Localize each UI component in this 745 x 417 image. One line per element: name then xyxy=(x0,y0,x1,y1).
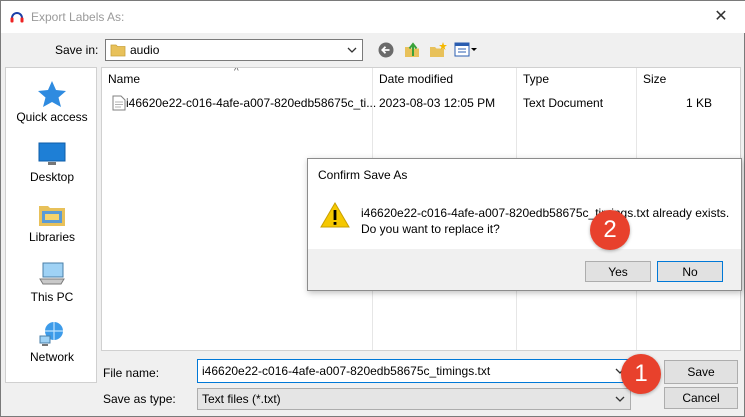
place-label: Desktop xyxy=(29,170,75,184)
save-in-value: audio xyxy=(130,43,160,57)
places-bar: Quick access Desktop Libraries This PC N… xyxy=(5,67,97,383)
place-quick-access[interactable]: Quick access xyxy=(6,80,98,124)
audacity-app-icon xyxy=(10,12,24,23)
close-icon[interactable]: ✕ xyxy=(706,5,736,29)
title-bar: Export Labels As: ✕ xyxy=(1,1,745,33)
place-libraries[interactable]: Libraries xyxy=(6,200,98,244)
warning-icon xyxy=(320,202,350,228)
step-badge-1: 1 xyxy=(621,354,661,394)
view-menu-icon[interactable] xyxy=(453,39,479,61)
step-badge-2: 2 xyxy=(590,210,630,250)
export-labels-dialog: Export Labels As: ✕ Save in: audio Quick… xyxy=(0,0,745,417)
place-label: Libraries xyxy=(28,230,76,244)
network-icon xyxy=(39,322,63,346)
place-label: Network xyxy=(29,350,74,364)
place-network[interactable]: Network xyxy=(6,320,98,364)
save-button[interactable]: Save xyxy=(664,360,738,384)
confirm-title-bar: Confirm Save As xyxy=(308,159,741,191)
file-row[interactable]: i46620e22-c016-4afe-a007-820edb58675c_ti… xyxy=(108,94,728,114)
place-label: Quick access xyxy=(16,110,88,124)
file-name-cell: i46620e22-c016-4afe-a007-820edb58675c_ti… xyxy=(126,96,377,110)
folder-toolbar xyxy=(375,39,479,61)
confirm-message: i46620e22-c016-4afe-a007-820edb58675c_ti… xyxy=(361,205,729,237)
file-type-cell: Text Document xyxy=(523,96,604,110)
text-file-icon xyxy=(112,95,126,111)
computer-icon xyxy=(39,262,65,285)
desktop-icon xyxy=(38,142,66,165)
file-size-cell: 1 KB xyxy=(686,96,713,110)
chevron-down-icon xyxy=(347,47,357,53)
folder-icon xyxy=(110,44,126,57)
confirm-title: Confirm Save As xyxy=(318,168,408,182)
file-name-input[interactable]: i46620e22-c016-4afe-a007-820edb58675c_ti… xyxy=(197,359,631,383)
confirm-body: i46620e22-c016-4afe-a007-820edb58675c_ti… xyxy=(308,191,741,249)
chevron-down-icon xyxy=(615,396,625,402)
confirm-save-as-dialog: Confirm Save As i46620e22-c016-4afe-a007… xyxy=(307,158,742,291)
place-this-pc[interactable]: This PC xyxy=(6,260,98,304)
place-label: This PC xyxy=(30,290,74,304)
save-as-type-value: Text files (*.txt) xyxy=(202,392,281,406)
column-header-name[interactable]: Name xyxy=(108,72,140,86)
confirm-message-line-2: Do you want to replace it? xyxy=(361,222,500,236)
file-name-label: File name: xyxy=(103,366,160,380)
save-in-label: Save in: xyxy=(55,43,99,57)
sort-ascending-icon: ^ xyxy=(234,67,239,77)
save-in-dropdown[interactable]: audio xyxy=(105,39,363,61)
libraries-icon xyxy=(39,206,65,226)
up-folder-icon[interactable] xyxy=(401,39,423,61)
save-as-type-dropdown[interactable]: Text files (*.txt) xyxy=(197,388,631,410)
column-header-size[interactable]: Size xyxy=(643,72,666,86)
no-button[interactable]: No xyxy=(657,261,723,282)
save-as-type-label: Save as type: xyxy=(103,392,176,406)
place-desktop[interactable]: Desktop xyxy=(6,140,98,184)
cancel-button[interactable]: Cancel xyxy=(664,387,738,409)
back-icon[interactable] xyxy=(375,39,397,61)
file-date-cell: 2023-08-03 12:05 PM xyxy=(379,96,496,110)
star-icon xyxy=(38,81,66,107)
new-folder-icon[interactable] xyxy=(427,39,449,61)
file-name-value: i46620e22-c016-4afe-a007-820edb58675c_ti… xyxy=(202,364,491,378)
window-title: Export Labels As: xyxy=(31,10,125,24)
yes-button[interactable]: Yes xyxy=(585,261,651,282)
column-header-type[interactable]: Type xyxy=(523,72,549,86)
column-header-date[interactable]: Date modified xyxy=(379,72,453,86)
confirm-message-line-1: i46620e22-c016-4afe-a007-820edb58675c_ti… xyxy=(361,206,730,220)
